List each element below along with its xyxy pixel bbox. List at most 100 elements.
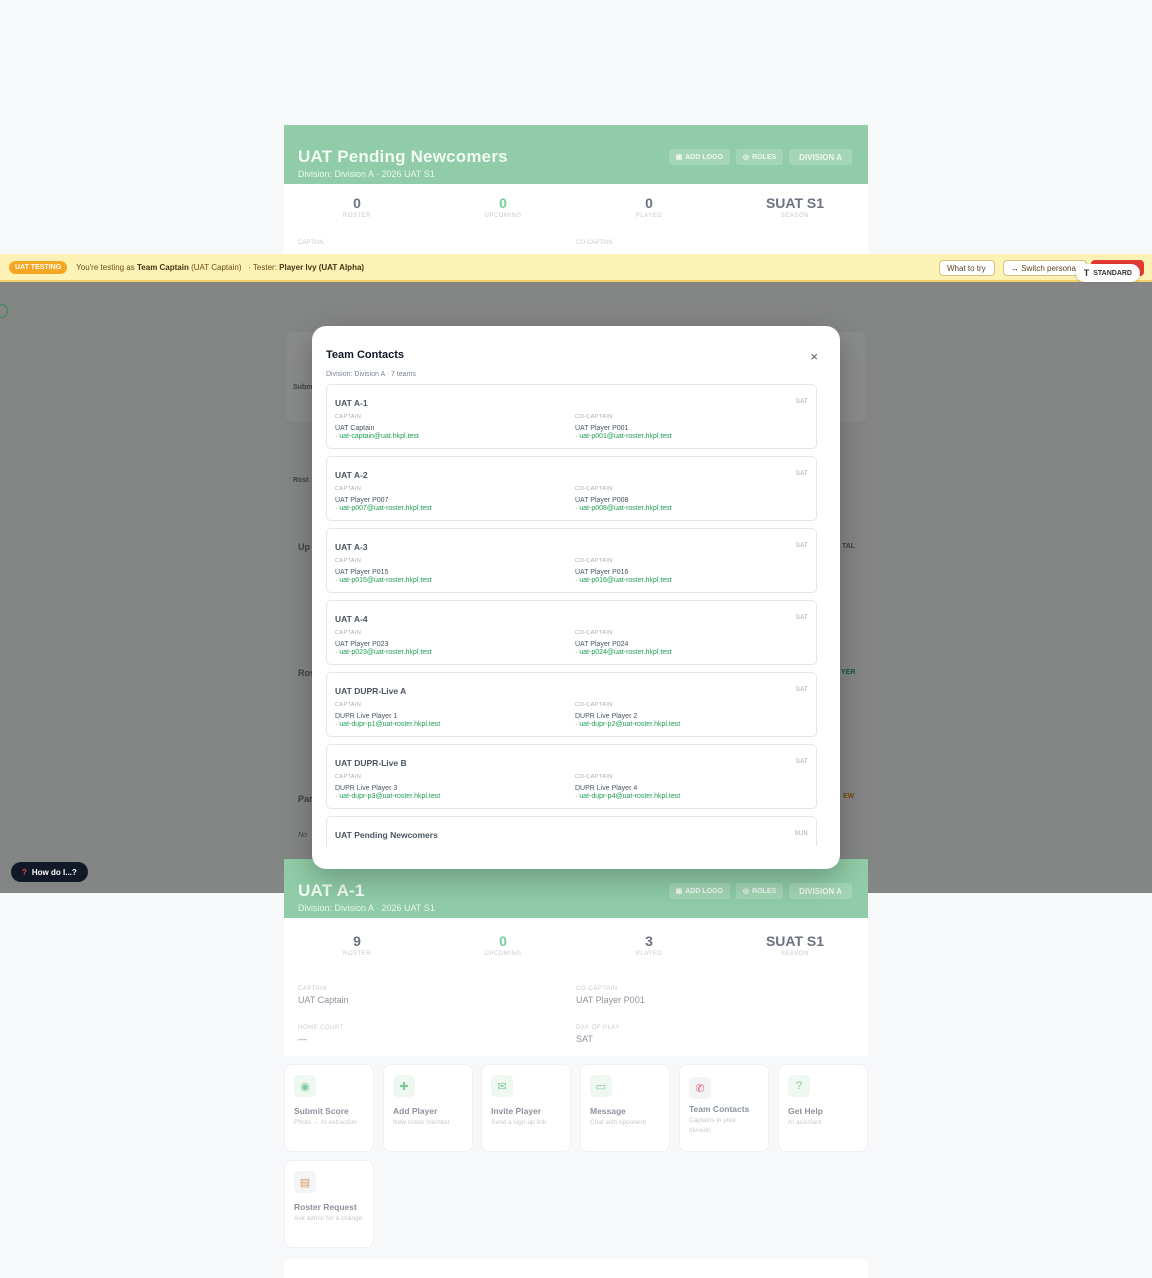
team-contact-card: UAT Pending Newcomers SUN xyxy=(326,816,817,846)
roster-request-action[interactable]: ▤ Roster Request Ask admin for a change xyxy=(284,1160,374,1248)
stat-value: 0 xyxy=(499,195,507,211)
submit-score-action[interactable]: ◉ Submit Score Photo → AI extraction xyxy=(284,1064,374,1152)
action-title: Roster Request xyxy=(294,1202,357,1212)
stat-label: ROSTER xyxy=(342,951,371,957)
captain-label: CAPTAIN xyxy=(335,486,362,492)
action-title: Message xyxy=(590,1106,626,1116)
info-home-court: HOME COURT — xyxy=(298,1025,576,1056)
team-contacts-action[interactable]: ✆ Team Contacts Captains in your divisio… xyxy=(679,1064,769,1152)
invite-player-action[interactable]: ✉ Invite Player Send a sign-up link xyxy=(481,1064,571,1152)
action-title: Submit Score xyxy=(294,1106,349,1116)
image-icon: ▣ xyxy=(675,154,683,161)
stat-label: UPCOMING xyxy=(484,213,522,219)
team-subtitle: Division: Division A · 2026 UAT S1 xyxy=(298,903,435,913)
action-desc: Chat with opponent xyxy=(590,1119,647,1126)
modal-subtitle: Division: Division A · 7 teams xyxy=(326,371,416,378)
ghost-player: YER xyxy=(841,669,856,676)
team-contact-day: SAT xyxy=(795,471,808,477)
stat-value: 0 xyxy=(499,933,507,949)
what-to-try-button[interactable]: What to try xyxy=(939,260,995,276)
ghost-no: No xyxy=(298,832,307,839)
captain-email[interactable]: · uat-dupr-p1@uat-roster.hkpl.test xyxy=(335,721,575,728)
info-label: CAPTAIN xyxy=(298,986,328,992)
captain-email[interactable]: · uat-p015@uat-roster.hkpl.test xyxy=(335,577,575,584)
add-logo-button[interactable]: ▣ ADD LOGO xyxy=(668,149,730,165)
close-icon[interactable]: × xyxy=(810,349,818,364)
add-logo-label: ADD LOGO xyxy=(685,887,723,895)
captain-row: CAPTAIN CO-CAPTAIN xyxy=(284,234,868,254)
team-contact-day: SAT xyxy=(795,687,808,693)
how-do-i-button[interactable]: ? How do I...? xyxy=(11,862,88,882)
info-label: DAY OF PLAY xyxy=(576,1025,620,1031)
action-title: Invite Player xyxy=(491,1106,542,1116)
team-contact-name: UAT Pending Newcomers xyxy=(335,830,438,840)
cocaptain-email[interactable]: · uat-p024@uat-roster.hkpl.test xyxy=(575,649,808,656)
cocaptain-email[interactable]: · uat-p016@uat-roster.hkpl.test xyxy=(575,577,808,584)
team-contact-day: SAT xyxy=(795,543,808,549)
captain-email[interactable]: · uat-captain@uat.hkpl.test xyxy=(335,433,575,440)
add-logo-label: ADD LOGO xyxy=(685,153,723,161)
stat-played: 3 PLAYED xyxy=(576,922,722,976)
add-player-action[interactable]: ✚ Add Player New roster member xyxy=(383,1064,473,1152)
stat-played: 0 PLAYED xyxy=(576,184,722,234)
team-contact-card: UAT A-1 SAT CAPTAIN UAT Captain · uat-capt… xyxy=(326,384,817,449)
cocaptain-label: CO-CAPTAIN xyxy=(575,774,613,780)
stats-row: 0 ROSTER 0 UPCOMING 0 PLAYED SUAT S1 SEASON xyxy=(284,184,868,234)
team-contact-name: UAT DUPR-Live B xyxy=(335,758,407,768)
cocaptain-name: UAT Player P024 xyxy=(575,641,629,648)
clipboard-icon: ▤ xyxy=(294,1171,316,1193)
message-action[interactable]: ▭ Message Chat with opponent xyxy=(580,1064,670,1152)
cocaptain-email[interactable]: · uat-dupr-p2@uat-roster.hkpl.test xyxy=(575,721,808,728)
next-section-card xyxy=(284,1259,868,1278)
mail-icon: ✉ xyxy=(491,1075,513,1097)
captain-label: CAPTAIN xyxy=(335,630,362,636)
cocaptain-email[interactable]: · uat-p001@uat-roster.hkpl.test xyxy=(575,433,808,440)
add-logo-button[interactable]: ▣ ADD LOGO xyxy=(668,883,730,899)
team-card-a1: UAT A-1 Division: Division A · 2026 UAT … xyxy=(284,859,868,1056)
captain-name: DUPR Live Player 3 xyxy=(335,785,398,792)
get-help-action[interactable]: ? Get Help AI assistant xyxy=(778,1064,868,1152)
team-contact-card: UAT DUPR-Live A SAT CAPTAIN DUPR Live Pla… xyxy=(326,672,817,737)
team-contacts-list[interactable]: UAT A-1 SAT CAPTAIN UAT Captain · uat-capt… xyxy=(326,384,817,846)
text-size-toggle[interactable]: T STANDARD xyxy=(1075,264,1140,282)
cocaptain-email[interactable]: · uat-p008@uat-roster.hkpl.test xyxy=(575,505,808,512)
captain-label: CAPTAIN xyxy=(298,240,324,246)
captain-email[interactable]: · uat-p023@uat-roster.hkpl.test xyxy=(335,649,575,656)
roles-button[interactable]: ◎ ROLES xyxy=(735,883,784,899)
testing-role-paren: (UAT Captain) xyxy=(191,262,242,272)
team-card-pending: UAT Pending Newcomers Division: Division… xyxy=(284,125,868,254)
text-size-icon: T xyxy=(1083,268,1090,278)
switch-persona-button[interactable]: ↔ Switch persona xyxy=(1003,260,1087,276)
action-desc: Photo → AI extraction xyxy=(294,1119,357,1126)
cocaptain-email[interactable]: · uat-dupr-p4@uat-roster.hkpl.test xyxy=(575,793,808,800)
roles-button[interactable]: ◎ ROLES xyxy=(735,149,784,165)
team-contact-card: UAT DUPR-Live B SAT CAPTAIN DUPR Live Pla… xyxy=(326,744,817,809)
captain-name: DUPR Live Player 1 xyxy=(335,713,398,720)
user-plus-icon: ✚ xyxy=(393,1075,415,1097)
stat-season: SUAT S1 SEASON xyxy=(722,922,868,976)
captain-label: CAPTAIN xyxy=(335,702,362,708)
info-value: UAT Player P001 xyxy=(576,995,645,1005)
image-icon: ▣ xyxy=(675,888,683,895)
uat-badge: UAT TESTING xyxy=(9,260,68,274)
ghost-upcoming: Up xyxy=(298,542,310,552)
action-title: Team Contacts xyxy=(689,1104,750,1114)
captain-email[interactable]: · uat-p007@uat-roster.hkpl.test xyxy=(335,505,575,512)
action-title: Get Help xyxy=(788,1106,823,1116)
info-captain: CAPTAIN UAT Captain xyxy=(298,986,576,1017)
cocaptain-label: CO-CAPTAIN xyxy=(575,702,613,708)
stat-upcoming: 0 UPCOMING xyxy=(430,184,576,234)
info-value: — xyxy=(298,1034,307,1044)
settings-icon xyxy=(0,304,8,318)
captain-email[interactable]: · uat-dupr-p3@uat-roster.hkpl.test xyxy=(335,793,575,800)
stat-value: 0 xyxy=(353,195,361,211)
captain-name: UAT Player P023 xyxy=(335,641,389,648)
stat-label: ROSTER xyxy=(342,213,371,219)
captain-name: UAT Player P007 xyxy=(335,497,389,504)
help-circle-icon: ? xyxy=(788,1075,810,1097)
stat-label: PLAYED xyxy=(635,213,663,219)
stat-value: 0 xyxy=(645,195,653,211)
action-desc: Ask admin for a change xyxy=(294,1215,363,1222)
stat-value: 9 xyxy=(353,933,361,949)
action-desc: AI assistant xyxy=(788,1119,822,1126)
